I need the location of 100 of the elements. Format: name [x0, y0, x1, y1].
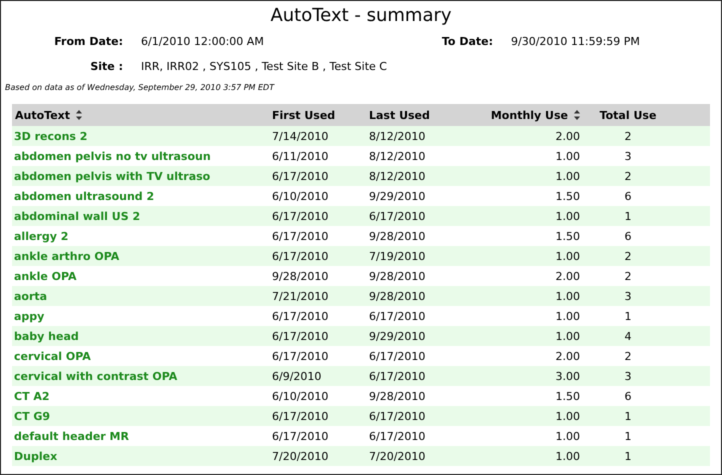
table-cell-text: 6/17/2010	[271, 350, 330, 362]
table-cell-text: 6/17/2010	[368, 410, 426, 422]
autotext-link[interactable]: allergy 2	[12, 230, 70, 242]
autotext-link[interactable]: abdomen ultrasound 2	[12, 190, 156, 202]
table-cell-text: 3.00	[554, 370, 581, 382]
table-cell-text: 2	[624, 170, 632, 182]
autotext-link[interactable]: abdomen pelvis no tv ultrasoun	[12, 150, 213, 162]
autotext-link[interactable]: CT G9	[12, 410, 52, 422]
table-cell-text: 2	[624, 270, 632, 282]
table-cell-text: 6/17/2010	[271, 250, 330, 262]
table-cell-text: 8/12/2010	[368, 130, 426, 142]
column-header: Total Use	[600, 108, 656, 122]
table-cell-text: 2.00	[554, 350, 581, 362]
autotext-link[interactable]: Duplex	[12, 450, 60, 462]
report-title: AutoText - summary	[269, 5, 453, 28]
column-header[interactable]: Monthly Use	[490, 108, 568, 122]
table-cell-text: 6/17/2010	[271, 210, 330, 222]
column-header: Last Used	[369, 108, 430, 122]
autotext-link[interactable]: CT A2	[12, 390, 52, 402]
table-cell-text: 7/21/2010	[271, 290, 330, 302]
table-cell-text: 6/17/2010	[368, 370, 426, 382]
table-cell-text: 1	[624, 430, 632, 442]
autotext-link[interactable]: 3D recons 2	[12, 130, 90, 142]
autotext-link[interactable]: default header MR	[12, 430, 131, 442]
data-note: Based on data as of Wednesday, September 29, 2010 3:57 PM EDT	[5, 83, 276, 94]
table-cell-text: 1.50	[554, 190, 581, 202]
autotext-link[interactable]: abdomen pelvis with TV ultraso	[12, 170, 212, 182]
table-cell-text: 1.00	[554, 310, 581, 322]
table-cell-text: 4	[624, 330, 632, 342]
table-cell-text: 6/17/2010	[271, 310, 330, 322]
field-label: To Date:	[440, 35, 494, 48]
table-cell-text: 7/14/2010	[271, 130, 330, 142]
sort-icon[interactable]	[574, 110, 580, 120]
table-cell-text: 6/17/2010	[368, 430, 426, 442]
autotext-link[interactable]: aorta	[12, 290, 50, 302]
table-cell-text: 9/28/2010	[368, 270, 426, 282]
table-cell-text: 1.00	[554, 450, 581, 462]
autotext-link[interactable]: abdominal wall US 2	[12, 210, 142, 222]
table-cell-text: 2	[624, 350, 632, 362]
table-cell-text: 3	[624, 370, 632, 382]
table-cell-text: 1.00	[554, 170, 581, 182]
field-label: From Date:	[53, 35, 124, 48]
table-cell-text: 7/20/2010	[368, 450, 426, 462]
table-cell-text: 2	[624, 130, 632, 142]
table-cell-text: 1.50	[554, 390, 581, 402]
autotext-link[interactable]: baby head	[12, 330, 81, 342]
table-cell-text: 3	[624, 290, 632, 302]
table-cell-text: 6/17/2010	[271, 230, 330, 242]
table-cell-text: 2.00	[554, 130, 581, 142]
table-cell-text: 1.00	[554, 330, 581, 342]
table-cell-text: 6/17/2010	[368, 350, 426, 362]
field-label: Site :	[89, 60, 124, 73]
field-value: 9/30/2010 11:59:59 PM	[511, 35, 640, 48]
table-cell-text: 1.00	[554, 290, 581, 302]
autotext-link[interactable]: cervical with contrast OPA	[12, 370, 180, 382]
table-cell-text: 6	[624, 190, 632, 202]
column-header[interactable]: AutoText	[15, 108, 70, 122]
table-cell-text: 6/9/2010	[271, 370, 322, 382]
table-cell-text: 1.50	[554, 230, 581, 242]
table-cell-text: 1.00	[554, 250, 581, 262]
autotext-link[interactable]: ankle OPA	[12, 270, 79, 282]
table-cell-text: 6/11/2010	[271, 150, 330, 162]
table-cell-text: 6/17/2010	[271, 410, 330, 422]
field-value: IRR, IRR02 , SYS105 , Test Site B , Test Site C	[141, 60, 387, 73]
table-cell-text: 9/28/2010	[368, 390, 426, 402]
table-cell-text: 9/28/2010	[368, 230, 426, 242]
column-header: First Used	[272, 108, 336, 122]
table-cell-text: 6/17/2010	[271, 170, 330, 182]
table-cell-text: 1	[624, 410, 632, 422]
table-cell-text: 9/29/2010	[368, 330, 426, 342]
table-cell-text: 6/17/2010	[368, 210, 426, 222]
table-cell-text: 2.00	[554, 270, 581, 282]
table-cell-text: 1	[624, 450, 632, 462]
table-cell-text: 1	[624, 210, 632, 222]
table-cell-text: 9/29/2010	[368, 190, 426, 202]
field-value: 6/1/2010 12:00:00 AM	[141, 35, 265, 48]
table-cell-text: 6/17/2010	[271, 430, 330, 442]
table-cell-text: 6/17/2010	[368, 310, 426, 322]
table-cell-text: 3	[624, 150, 632, 162]
table-cell-text: 6/10/2010	[271, 190, 330, 202]
table-cell-text: 6	[624, 390, 632, 402]
table-cell-text: 1.00	[554, 410, 581, 422]
table-cell-text: 9/28/2010	[271, 270, 330, 282]
sort-icon[interactable]	[76, 110, 82, 120]
table-cell-text: 8/12/2010	[368, 150, 426, 162]
table-cell-text: 9/28/2010	[368, 290, 426, 302]
table-cell-text: 1.00	[554, 210, 581, 222]
table-cell-text: 6/17/2010	[271, 330, 330, 342]
table-cell-text: 6	[624, 230, 632, 242]
table-cell-text: 8/12/2010	[368, 170, 426, 182]
table-cell-text: 6/10/2010	[271, 390, 330, 402]
autotext-link[interactable]: cervical OPA	[12, 350, 93, 362]
table-cell-text: 7/19/2010	[368, 250, 426, 262]
table-cell-text: 7/20/2010	[271, 450, 330, 462]
table-cell-text: 1.00	[554, 150, 581, 162]
table-cell-text: 1	[624, 310, 632, 322]
autotext-link[interactable]: appy	[12, 310, 46, 322]
table-cell-text: 2	[624, 250, 632, 262]
table-cell-text: 1.00	[554, 430, 581, 442]
autotext-link[interactable]: ankle arthro OPA	[12, 250, 122, 262]
